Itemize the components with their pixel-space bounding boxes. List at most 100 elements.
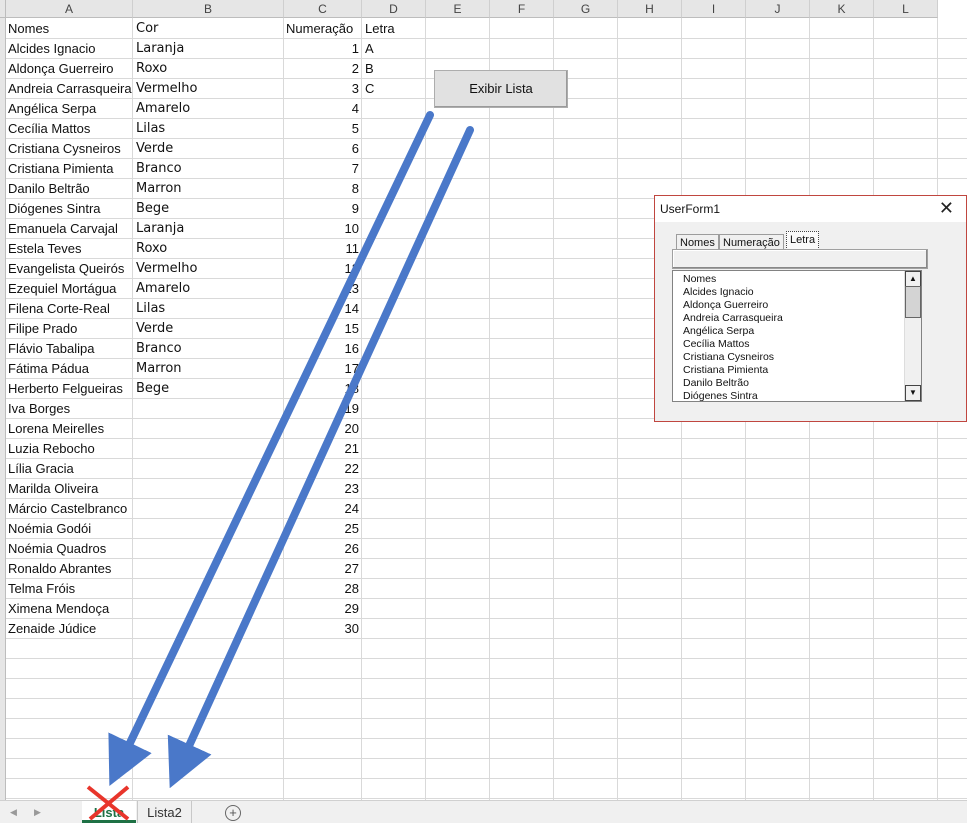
name-cell[interactable]: Flávio Tabalipa	[8, 339, 132, 359]
list-item[interactable]: Andreia Carrasqueira	[683, 312, 783, 325]
list-item[interactable]: Cecília Mattos	[683, 338, 750, 351]
number-cell[interactable]: 10	[286, 219, 359, 239]
number-cell[interactable]: 28	[286, 579, 359, 599]
color-cell[interactable]: Branco	[136, 159, 281, 179]
list-item[interactable]: Aldonça Guerreiro	[683, 299, 768, 312]
color-cell[interactable]: Roxo	[136, 59, 281, 79]
prev-sheet-icon[interactable]: ◀	[10, 807, 17, 818]
number-cell[interactable]: 18	[286, 379, 359, 399]
name-cell[interactable]: Danilo Beltrão	[8, 179, 132, 199]
list-item[interactable]: Alcides Ignacio	[683, 286, 754, 299]
number-cell[interactable]: 7	[286, 159, 359, 179]
name-cell[interactable]: Noémia Godói	[8, 519, 132, 539]
number-cell[interactable]: 19	[286, 399, 359, 419]
number-cell[interactable]: 16	[286, 339, 359, 359]
number-cell[interactable]: 4	[286, 99, 359, 119]
header-cor-cell[interactable]: Cor	[136, 19, 281, 39]
header-nomes-cell[interactable]: Nomes	[8, 19, 132, 39]
color-cell[interactable]: Amarelo	[136, 99, 281, 119]
number-cell[interactable]: 5	[286, 119, 359, 139]
color-cell[interactable]: Roxo	[136, 239, 281, 259]
list-item[interactable]: Cristiana Pimienta	[683, 364, 768, 377]
name-cell[interactable]: Emanuela Carvajal	[8, 219, 132, 239]
name-cell[interactable]: Angélica Serpa	[8, 99, 132, 119]
list-item[interactable]: Danilo Beltrão	[683, 377, 749, 390]
column-header-e[interactable]: E	[426, 0, 490, 18]
number-cell[interactable]: 26	[286, 539, 359, 559]
color-cell[interactable]: Branco	[136, 339, 281, 359]
column-header-c[interactable]: C	[284, 0, 362, 18]
column-header-f[interactable]: F	[490, 0, 554, 18]
tab-numeracao[interactable]: Numeração	[719, 234, 784, 250]
exibir-lista-button[interactable]: Exibir Lista	[434, 70, 568, 108]
column-header-h[interactable]: H	[618, 0, 682, 18]
number-cell[interactable]: 25	[286, 519, 359, 539]
number-cell[interactable]: 21	[286, 439, 359, 459]
column-header-g[interactable]: G	[554, 0, 618, 18]
number-cell[interactable]: 1	[286, 39, 359, 59]
column-header-k[interactable]: K	[810, 0, 874, 18]
name-cell[interactable]: Lília Gracia	[8, 459, 132, 479]
column-header-d[interactable]: D	[362, 0, 426, 18]
name-cell[interactable]: Estela Teves	[8, 239, 132, 259]
listbox-scrollbar[interactable]: ▲ ▼	[904, 271, 921, 401]
userform-titlebar[interactable]: UserForm1 ✕	[655, 196, 966, 222]
color-cell[interactable]: Laranja	[136, 39, 281, 59]
add-sheet-icon[interactable]: +	[225, 805, 241, 821]
letter-cell[interactable]: B	[365, 59, 423, 79]
close-icon[interactable]: ✕	[939, 198, 954, 219]
number-cell[interactable]: 30	[286, 619, 359, 639]
scrollbar-thumb[interactable]	[905, 286, 921, 318]
number-cell[interactable]: 9	[286, 199, 359, 219]
color-cell[interactable]: Bege	[136, 379, 281, 399]
color-cell[interactable]: Vermelho	[136, 259, 281, 279]
name-cell[interactable]: Luzia Rebocho	[8, 439, 132, 459]
name-cell[interactable]: Lorena Meirelles	[8, 419, 132, 439]
number-cell[interactable]: 22	[286, 459, 359, 479]
name-cell[interactable]: Cristiana Pimienta	[8, 159, 132, 179]
column-header-b[interactable]: B	[133, 0, 284, 18]
number-cell[interactable]: 17	[286, 359, 359, 379]
column-header-a[interactable]: A	[6, 0, 133, 18]
column-header-l[interactable]: L	[874, 0, 938, 18]
name-cell[interactable]: Ezequiel Mortágua	[8, 279, 132, 299]
list-item[interactable]: Angélica Serpa	[683, 325, 754, 338]
color-cell[interactable]: Lilas	[136, 119, 281, 139]
name-cell[interactable]: Cristiana Cysneiros	[8, 139, 132, 159]
number-cell[interactable]: 27	[286, 559, 359, 579]
color-cell[interactable]: Marron	[136, 359, 281, 379]
name-cell[interactable]: Fátima Pádua	[8, 359, 132, 379]
name-cell[interactable]: Ximena Mendoça	[8, 599, 132, 619]
number-cell[interactable]: 8	[286, 179, 359, 199]
letter-cell[interactable]: A	[365, 39, 423, 59]
tab-letra[interactable]: Letra	[786, 231, 820, 250]
color-cell[interactable]: Lilas	[136, 299, 281, 319]
name-cell[interactable]: Aldonça Guerreiro	[8, 59, 132, 79]
color-cell[interactable]: Laranja	[136, 219, 281, 239]
scroll-up-icon[interactable]: ▲	[905, 271, 921, 287]
number-cell[interactable]: 15	[286, 319, 359, 339]
next-sheet-icon[interactable]: ▶	[34, 807, 41, 818]
name-cell[interactable]: Evangelista Queirós	[8, 259, 132, 279]
number-cell[interactable]: 3	[286, 79, 359, 99]
number-cell[interactable]: 24	[286, 499, 359, 519]
userform-combobox[interactable]	[672, 249, 928, 269]
name-cell[interactable]: Márcio Castelbranco	[8, 499, 132, 519]
userform-listbox[interactable]: Nomes Alcides Ignacio Aldonça Guerreiro And…	[672, 270, 922, 402]
tab-nomes[interactable]: Nomes	[676, 234, 719, 250]
name-cell[interactable]: Zenaide Júdice	[8, 619, 132, 639]
name-cell[interactable]: Iva Borges	[8, 399, 132, 419]
name-cell[interactable]: Herberto Felgueiras	[8, 379, 132, 399]
name-cell[interactable]: Telma Fróis	[8, 579, 132, 599]
name-cell[interactable]: Filipe Prado	[8, 319, 132, 339]
color-cell[interactable]: Bege	[136, 199, 281, 219]
color-cell[interactable]: Marron	[136, 179, 281, 199]
sheet-tab-lista2[interactable]: Lista2	[137, 801, 192, 823]
name-cell[interactable]: Filena Corte-Real	[8, 299, 132, 319]
letter-cell[interactable]: C	[365, 79, 423, 99]
name-cell[interactable]: Alcides Ignacio	[8, 39, 132, 59]
number-cell[interactable]: 23	[286, 479, 359, 499]
sheet-tab-lista[interactable]: Lista	[82, 801, 136, 823]
number-cell[interactable]: 11	[286, 239, 360, 259]
color-cell[interactable]: Vermelho	[136, 79, 281, 99]
